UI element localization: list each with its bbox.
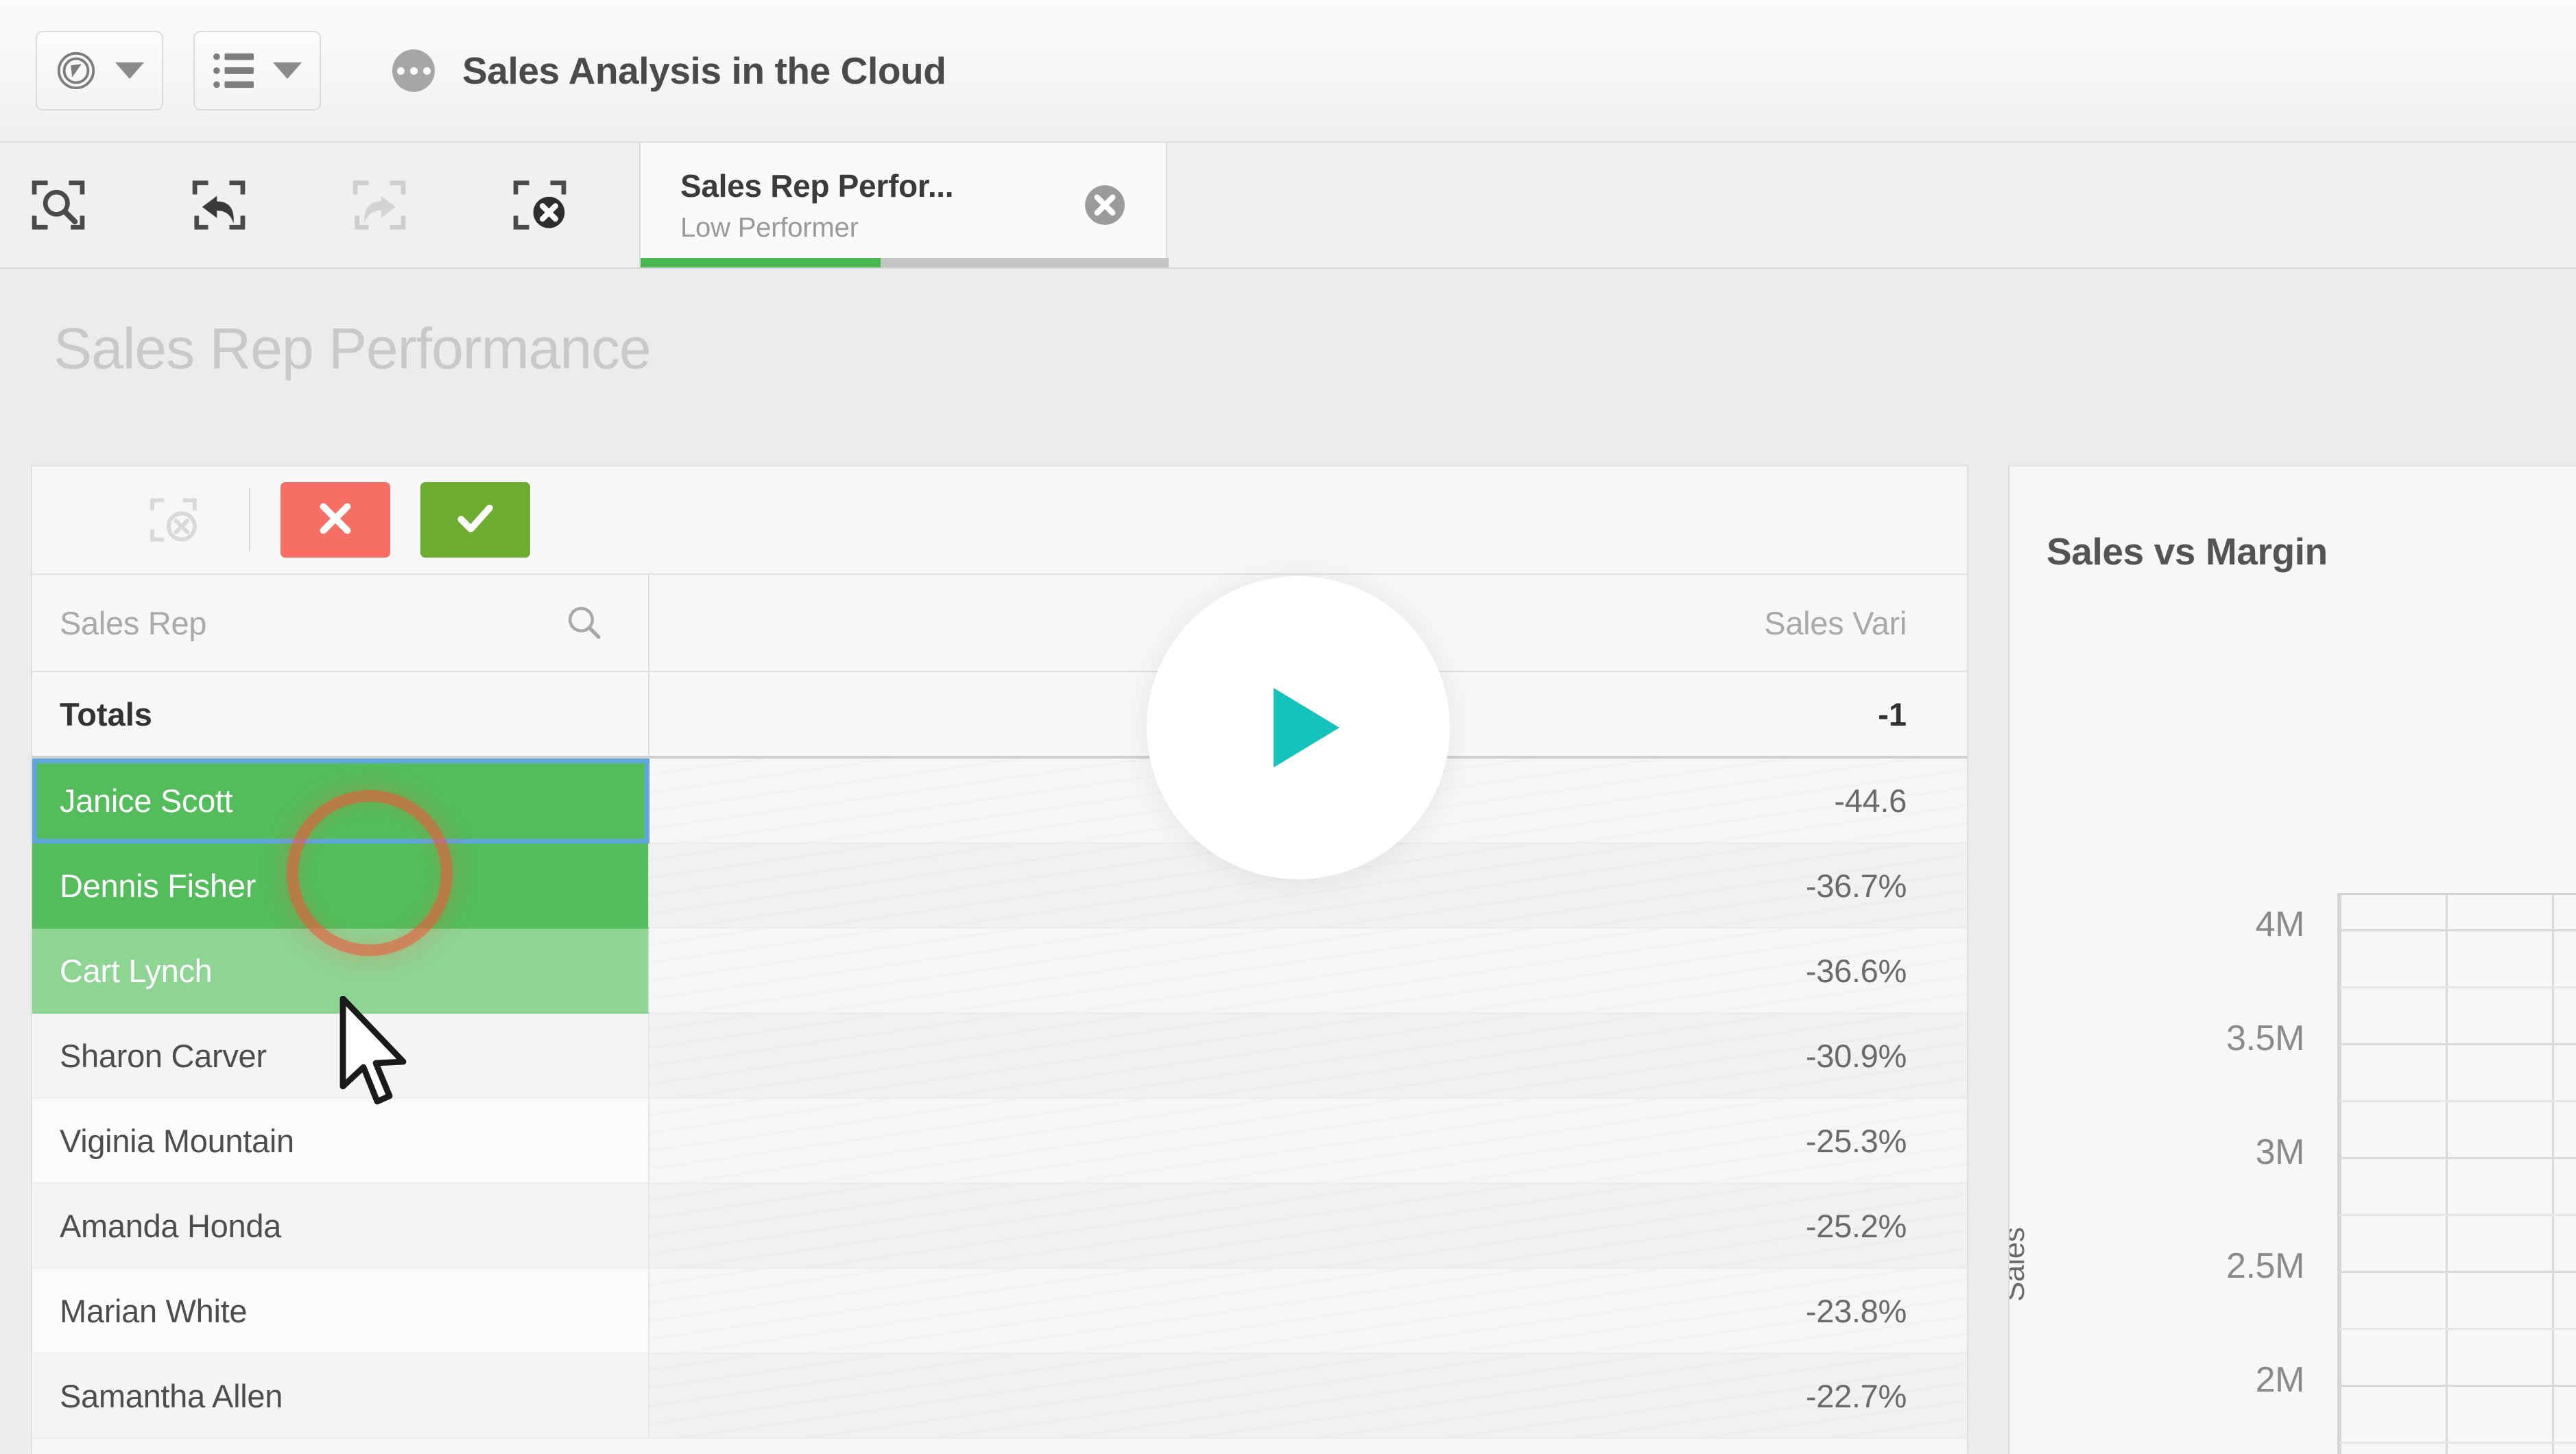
chart-gridline-horizontal <box>2339 1043 2576 1045</box>
search-placeholder: Sales Rep <box>60 604 207 641</box>
chart-gridline-horizontal-minor <box>2339 1328 2576 1330</box>
compass-icon <box>55 49 97 92</box>
table-row[interactable]: Sharon Carver -30.9% <box>32 1014 1967 1099</box>
search-input[interactable]: Sales Rep <box>32 575 649 671</box>
clear-all-selections-icon[interactable] <box>510 176 569 235</box>
play-icon <box>1274 688 1339 767</box>
table-cell-sales-variance[interactable]: -30.9% <box>649 1014 1967 1099</box>
table-cell-sales-variance[interactable]: -25.3% <box>649 1099 1967 1184</box>
chart-gridline-vertical <box>2446 895 2448 1454</box>
totals-label: Totals <box>32 672 649 756</box>
chart-y-tick-label: 2.5M <box>2226 1246 2304 1286</box>
clear-selection-icon[interactable] <box>147 494 200 546</box>
totals-row: Totals -1 <box>32 672 1967 759</box>
chart-gridline-horizontal <box>2339 929 2576 931</box>
table-cell-sales-rep[interactable]: Amanda Honda <box>32 1184 649 1269</box>
chart-y-tick-label: 3M <box>2255 1132 2305 1172</box>
table-row[interactable]: Cart Lynch -36.6% <box>32 929 1967 1014</box>
page-title: Sales Rep Performance <box>53 316 652 381</box>
qlik-app-window: Sales Analysis in the Cloud Sales Rep Pe… <box>0 0 2576 1454</box>
table-row[interactable]: Amanda Honda -25.2% <box>32 1184 1967 1269</box>
column-header-label: Sales Vari <box>1764 604 1907 641</box>
step-forward-icon <box>350 176 409 235</box>
chart-gridline-horizontal <box>2339 1157 2576 1159</box>
table-cell-sales-rep[interactable]: Cart Lynch <box>32 929 649 1014</box>
app-header-bar: Sales Analysis in the Cloud <box>0 0 2576 143</box>
app-title: Sales Analysis in the Cloud <box>462 49 946 92</box>
table-row[interactable]: Viginia Mountain -25.3% <box>32 1099 1967 1184</box>
table-header-row: Sales Rep Sales Vari <box>32 575 1967 672</box>
table-cell-sales-rep[interactable]: Samantha Allen <box>32 1354 649 1439</box>
confirm-check-icon <box>451 494 499 546</box>
play-button[interactable] <box>1147 576 1450 879</box>
cancel-x-icon <box>311 494 359 546</box>
chart-gridline-horizontal-minor <box>2339 986 2576 988</box>
selection-tab-state-bar <box>641 258 881 267</box>
navigation-menu-button[interactable] <box>36 31 163 110</box>
table-cell-sales-rep[interactable]: Janice Scott <box>32 759 649 844</box>
chart-y-axis-ticks: 4M 3.5M 3M 2.5M 2M <box>2085 466 2304 1454</box>
table-cell-sales-variance[interactable]: -36.6% <box>649 929 1967 1014</box>
selection-actions <box>0 143 569 267</box>
table-row[interactable]: Dennis Fisher -36.7% <box>32 844 1967 929</box>
sales-vs-margin-chart: Sales vs Margin Sales 4M 3.5M 3M 2.5M 2M <box>2008 465 2576 1454</box>
chart-gridline-horizontal-minor <box>2339 1100 2576 1102</box>
chart-gridline-horizontal <box>2339 1271 2576 1273</box>
table-row[interactable]: Marian White -23.8% <box>32 1269 1967 1354</box>
smart-search-icon[interactable] <box>29 176 88 235</box>
table-selection-toolbar <box>32 466 1967 575</box>
table-cell-sales-variance[interactable]: -22.7% <box>649 1354 1967 1439</box>
chart-gridline-horizontal-minor <box>2339 1214 2576 1216</box>
chart-y-tick-label: 4M <box>2255 905 2305 944</box>
chart-gridline-horizontal-minor <box>2339 1442 2576 1444</box>
close-circle-icon[interactable] <box>1082 182 1128 228</box>
more-dots-icon[interactable] <box>392 49 435 92</box>
selection-tab-sales-rep[interactable]: Sales Rep Perfor... Low Performer <box>639 143 1169 267</box>
table-cell-sales-rep[interactable]: Dennis Fisher <box>32 844 649 929</box>
toolbar-divider <box>249 488 250 551</box>
table-body: Janice Scott -44.6 Dennis Fisher -36.7% Cart… <box>32 759 1967 1439</box>
table-cell-sales-variance[interactable]: -25.2% <box>649 1184 1967 1269</box>
chart-y-tick-label: 2M <box>2255 1360 2305 1400</box>
chevron-down-icon <box>273 62 302 79</box>
table-row[interactable]: Janice Scott -44.6 <box>32 759 1967 844</box>
table-row[interactable]: Samantha Allen -22.7% <box>32 1354 1967 1439</box>
table-cell-sales-rep[interactable]: Viginia Mountain <box>32 1099 649 1184</box>
table-cell-sales-rep[interactable]: Marian White <box>32 1269 649 1354</box>
table-cell-sales-variance[interactable]: -23.8% <box>649 1269 1967 1354</box>
sheets-menu-button[interactable] <box>193 31 321 110</box>
confirm-selection-button[interactable] <box>420 482 530 558</box>
chart-y-axis-label: Sales <box>2008 1227 2031 1302</box>
cancel-selection-button[interactable] <box>281 482 390 558</box>
search-icon <box>564 603 604 643</box>
chart-gridline-vertical <box>2339 895 2341 1454</box>
chart-plot-area[interactable] <box>2337 893 2576 1454</box>
selection-tab-state-bar-rest <box>881 258 1169 267</box>
table-cell-sales-rep[interactable]: Sharon Carver <box>32 1014 649 1099</box>
chart-gridline-vertical <box>2552 895 2554 1454</box>
sales-rep-table: Sales Rep Sales Vari Totals -1 Janice Sc… <box>31 465 1968 1454</box>
step-back-icon[interactable] <box>189 176 248 235</box>
chart-y-tick-label: 3.5M <box>2226 1018 2304 1058</box>
list-icon <box>213 51 255 90</box>
chart-gridline-horizontal <box>2339 1385 2576 1387</box>
selections-toolbar: Sales Rep Perfor... Low Performer <box>0 143 2576 269</box>
chevron-down-icon <box>115 62 144 79</box>
